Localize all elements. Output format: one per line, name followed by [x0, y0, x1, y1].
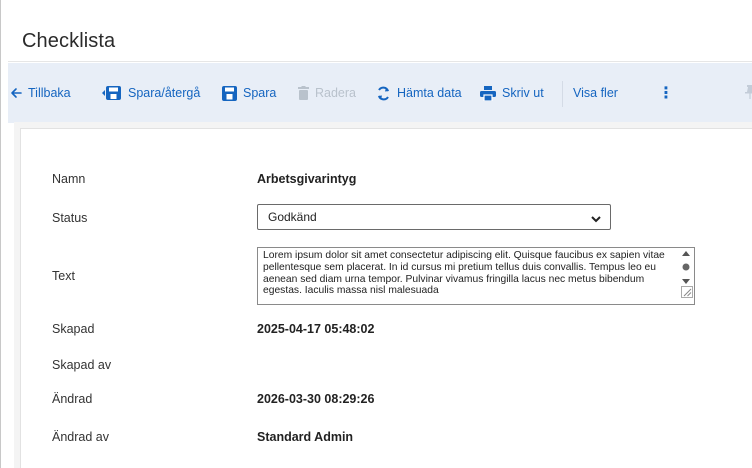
floppy-disk-icon [222, 85, 237, 101]
trash-icon [298, 86, 309, 100]
show-more-label: Visa fler [573, 86, 618, 100]
kebab-icon: ⋮ [658, 85, 674, 102]
save-return-label: Spara/återgå [128, 86, 201, 100]
modified-label: Ändrad [52, 392, 93, 406]
print-label: Skriv ut [502, 86, 544, 100]
printer-icon [480, 85, 496, 101]
status-select[interactable]: Godkänd [257, 204, 611, 230]
resize-grip-icon[interactable] [681, 285, 693, 303]
page-title: Checklista [22, 30, 116, 52]
page-header: Checklista [8, 0, 752, 62]
status-label: Status [52, 211, 88, 225]
text-area-content: Lorem ipsum dolor sit amet consectetur a… [263, 250, 665, 297]
fetch-data-label: Hämta data [397, 86, 462, 100]
show-more-button[interactable]: Visa fler [573, 63, 618, 123]
modified-by-label: Ändrad av [52, 430, 109, 444]
save-button[interactable]: Spara [222, 63, 276, 123]
save-return-icon [101, 85, 123, 101]
print-button[interactable]: Skriv ut [480, 63, 544, 123]
arrow-left-icon [10, 87, 22, 99]
created-label: Skapad [52, 322, 95, 336]
pin-icon[interactable] [745, 85, 752, 104]
toolbar: Tillbaka Spara/återgå Spara Radera Hämta… [8, 63, 752, 123]
text-label: Text [52, 269, 75, 283]
name-value: Arbetsgivarintyg [257, 172, 357, 186]
modified-by-value: Standard Admin [257, 430, 354, 444]
status-selected-value: Godkänd [268, 210, 317, 224]
name-label: Namn [52, 172, 86, 186]
fetch-data-button[interactable]: Hämta data [376, 63, 462, 123]
created-value: 2025-04-17 05:48:02 [257, 322, 375, 336]
kebab-menu-button[interactable]: ⋮ [658, 63, 674, 123]
back-label: Tillbaka [28, 86, 71, 100]
modified-value: 2026-03-30 08:29:26 [257, 392, 375, 406]
save-return-button[interactable]: Spara/återgå [101, 63, 200, 123]
sync-icon [376, 86, 391, 101]
chevron-down-icon [591, 212, 601, 226]
delete-label: Radera [315, 86, 356, 100]
toolbar-divider [562, 81, 563, 107]
created-by-label: Skapad av [52, 358, 112, 372]
window-left-border [0, 0, 1, 468]
back-button[interactable]: Tillbaka [10, 63, 71, 123]
delete-button[interactable]: Radera [298, 63, 356, 123]
text-area[interactable]: Lorem ipsum dolor sit amet consectetur a… [257, 247, 695, 305]
save-label: Spara [243, 86, 277, 100]
